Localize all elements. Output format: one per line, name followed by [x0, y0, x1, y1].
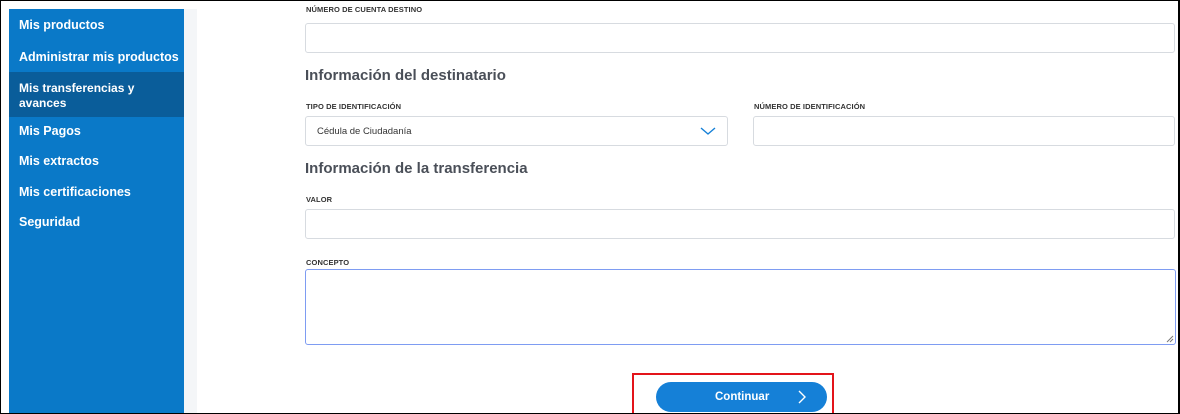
sidebar-gutter [184, 9, 197, 413]
sidebar-item-mis-extractos[interactable]: Mis extractos [9, 154, 184, 172]
chevron-right-icon [798, 390, 806, 404]
sidebar-item-mis-certificaciones[interactable]: Mis certificaciones [9, 185, 184, 203]
sidebar-item-label: Mis productos [19, 18, 105, 32]
amount-input[interactable] [305, 209, 1175, 239]
continue-button-label: Continuar [715, 391, 770, 403]
sidebar-item-label: Mis transferencias y [19, 81, 135, 95]
sidebar-item-label: Mis certificaciones [19, 185, 131, 199]
sidebar-item-mis-productos[interactable]: Mis productos [9, 18, 184, 36]
id-type-select[interactable]: Cédula de Ciudadanía [305, 116, 728, 146]
concept-textarea[interactable] [305, 269, 1176, 345]
resize-handle-icon[interactable] [1166, 335, 1174, 343]
app-window: Mis productos Administrar mis productos … [0, 0, 1180, 414]
sidebar-item-mis-pagos[interactable]: Mis Pagos [9, 124, 184, 142]
top-border [1, 1, 1179, 9]
account-dest-label: NÚMERO DE CUENTA DESTINO [306, 5, 423, 14]
id-number-label: NÚMERO DE IDENTIFICACIÓN [754, 102, 866, 111]
sidebar-item-label: Seguridad [19, 215, 81, 229]
sidebar-item-administrar-productos[interactable]: Administrar mis productos [9, 50, 184, 68]
sidebar: Mis productos Administrar mis productos … [9, 9, 184, 413]
sidebar-item-label: Mis extractos [19, 154, 99, 168]
left-edge [1, 9, 9, 413]
right-border [1178, 1, 1179, 413]
sidebar-item-label: Mis Pagos [19, 124, 81, 138]
sidebar-item-transferencias[interactable]: Mis transferencias y avances [9, 72, 184, 117]
sidebar-item-seguridad[interactable]: Seguridad [9, 215, 184, 233]
concept-label: CONCEPTO [306, 258, 350, 267]
id-type-label: TIPO DE IDENTIFICACIÓN [306, 102, 402, 111]
chevron-down-icon [700, 127, 716, 135]
sidebar-item-label-line2: avances [19, 96, 67, 110]
transfer-section-title: Información de la transferencia [305, 160, 528, 177]
continue-button[interactable]: Continuar [656, 382, 827, 412]
account-dest-input[interactable] [305, 23, 1175, 53]
recipient-section-title: Información del destinatario [305, 67, 506, 84]
amount-label: VALOR [306, 195, 333, 204]
id-number-input[interactable] [753, 116, 1175, 146]
id-type-value: Cédula de Ciudadanía [317, 126, 412, 137]
sidebar-item-label: Administrar mis productos [19, 50, 179, 64]
